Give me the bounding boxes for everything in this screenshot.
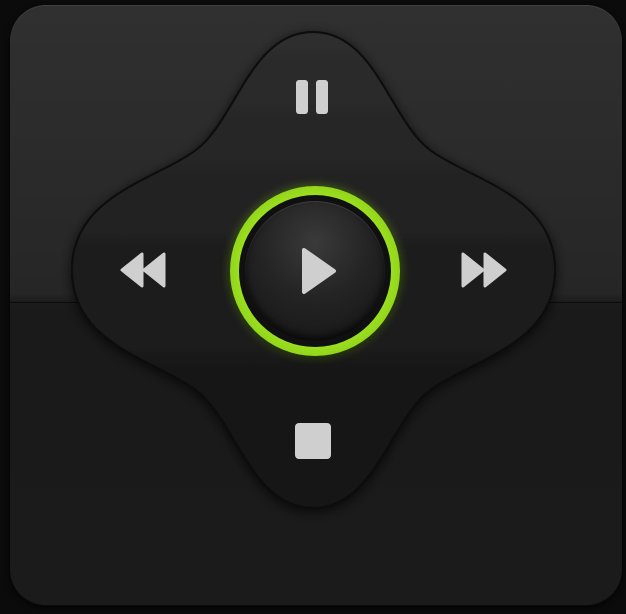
media-remote: pause-icon stop-icon rewind-icon fast-fo…: [0, 0, 626, 614]
stop-icon: [295, 423, 331, 459]
stop-button[interactable]: stop-icon: [288, 416, 338, 466]
play-button[interactable]: play-icon: [245, 201, 385, 341]
fast-forward-button[interactable]: fast-forward-icon: [453, 245, 515, 295]
fast-forward-icon: [461, 252, 507, 288]
play-icon: [302, 248, 336, 294]
pause-icon: [296, 80, 328, 114]
rewind-button[interactable]: rewind-icon: [112, 245, 174, 295]
rewind-icon: [120, 252, 166, 288]
play-ring: play-icon: [230, 186, 400, 356]
pause-button[interactable]: pause-icon: [288, 72, 338, 122]
